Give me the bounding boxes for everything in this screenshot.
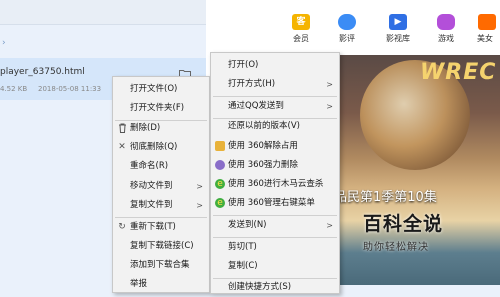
menu-360-unlock[interactable]: 使用 360解除占用 — [211, 137, 339, 156]
nav-game[interactable]: 游戏 — [426, 14, 466, 44]
menu-send-via-qq[interactable]: 通过QQ发送到 > — [211, 97, 339, 116]
menu-delete-permanently[interactable]: ✕ 彻底删除(Q) — [113, 138, 209, 157]
menu-item-label: 添加到下载合集 — [130, 260, 190, 270]
banner-logo: WREC — [420, 60, 497, 85]
review-icon — [338, 14, 356, 30]
banner-caption[interactable]: 品民第1季第10集 — [334, 186, 437, 205]
menu-360-virus-scan[interactable]: e 使用 360进行木马云查杀 — [211, 175, 339, 194]
nav-video-library-label: 影视库 — [386, 34, 410, 43]
menu-item-label: 使用 360强力删除 — [228, 160, 298, 170]
menu-360-shred[interactable]: 使用 360强力删除 — [211, 156, 339, 175]
nav-review[interactable]: 影评 — [327, 14, 367, 44]
virus-scan-icon: e — [215, 179, 225, 189]
menu-copy-link[interactable]: 复制下载链接(C) — [113, 237, 209, 256]
menu-delete[interactable]: 删除(D) — [113, 119, 209, 138]
menu-item-label: 创建快捷方式(S) — [228, 282, 292, 292]
video-library-icon: ▶ — [389, 14, 407, 30]
menu-item-label: 通过QQ发送到 — [228, 101, 284, 111]
menu-item-label: 移动文件到 — [130, 181, 173, 191]
menu-item-label: 彻底删除(Q) — [130, 142, 178, 152]
menu-item-label: 复制文件到 — [130, 200, 173, 210]
menu-item-label: 使用 360解除占用 — [228, 141, 298, 151]
shred-icon — [215, 160, 225, 170]
menu-item-label: 重命名(R) — [130, 161, 169, 171]
nav-review-label: 影评 — [339, 34, 355, 43]
menu-open-with[interactable]: 打开方式(H) > — [211, 75, 339, 94]
menu-cut[interactable]: 剪切(T) — [211, 238, 339, 257]
menu-redownload[interactable]: ↻ 重新下载(T) — [113, 218, 209, 237]
menu-create-shortcut[interactable]: 创建快捷方式(S) — [211, 278, 339, 297]
vip-icon: 客 — [292, 14, 310, 30]
menu-rename[interactable]: 重命名(R) — [113, 157, 209, 176]
menu-item-label: 剪切(T) — [228, 242, 257, 252]
download-file-name: player_63750.html — [0, 67, 85, 77]
nav-game-label: 游戏 — [438, 34, 454, 43]
download-file-date: 2018-05-08 11:33 — [38, 85, 102, 93]
close-icon: ✕ — [118, 142, 126, 152]
menu-copy-to[interactable]: 复制文件到 > — [113, 196, 209, 215]
menu-open-folder[interactable]: 打开文件夹(F) — [113, 99, 209, 118]
chevron-right-icon: > — [326, 80, 333, 89]
menu-item-label: 打开(O) — [228, 60, 259, 70]
nav-video-library[interactable]: ▶ 影视库 — [378, 14, 418, 44]
menu-add-to-collection[interactable]: 添加到下载合集 — [113, 256, 209, 275]
menu-move-to[interactable]: 移动文件到 > — [113, 177, 209, 196]
download-panel-toolbar — [0, 0, 206, 25]
watermark: 百科全说 助你轻松解决 — [363, 209, 453, 253]
menu-item-label: 打开方式(H) — [228, 79, 276, 89]
trash-icon — [117, 123, 127, 133]
chevron-right-icon: > — [196, 182, 203, 191]
nav-beauty[interactable]: 美女 — [475, 14, 500, 44]
game-icon — [437, 14, 455, 30]
chevron-right-icon: > — [196, 201, 203, 210]
nav-vip[interactable]: 客 会员 — [281, 14, 321, 44]
menu-send-to[interactable]: 发送到(N) > — [211, 216, 339, 235]
menu-item-label: 打开文件(O) — [130, 84, 178, 94]
watermark-subtitle: 助你轻松解决 — [363, 242, 429, 253]
menu-item-label: 删除(D) — [130, 123, 161, 133]
menu-item-label: 使用 360管理右键菜单 — [228, 198, 315, 208]
collapse-arrow-icon[interactable]: › — [2, 38, 6, 48]
menu-open-file[interactable]: 打开文件(O) — [113, 80, 209, 99]
chevron-right-icon: > — [326, 221, 333, 230]
watermark-title: 百科全说 — [363, 213, 444, 235]
nav-beauty-label: 美女 — [477, 34, 493, 43]
menu-open[interactable]: 打开(O) — [211, 56, 339, 75]
menu-manage-icon: e — [215, 198, 225, 208]
menu-item-label: 打开文件夹(F) — [130, 103, 185, 113]
nav-vip-label: 会员 — [293, 34, 309, 43]
system-context-menu: 打开(O) 打开方式(H) > 通过QQ发送到 > 还原以前的版本(V) 使用 … — [210, 52, 340, 294]
download-context-menu: 打开文件(O) 打开文件夹(F) 删除(D) ✕ 彻底删除(Q) 重命名(R) … — [112, 76, 210, 293]
download-file-size: 4.52 KB — [0, 85, 28, 93]
menu-item-label: 复制下载链接(C) — [130, 241, 194, 251]
unlock-icon — [215, 141, 225, 151]
menu-item-label: 重新下载(T) — [130, 222, 176, 232]
menu-item-label: 使用 360进行木马云查杀 — [228, 179, 324, 189]
menu-360-manage-menu[interactable]: e 使用 360管理右键菜单 — [211, 194, 339, 213]
beauty-icon — [478, 14, 496, 30]
redownload-icon: ↻ — [118, 222, 126, 232]
menu-copy[interactable]: 复制(C) — [211, 257, 339, 276]
menu-restore-versions[interactable]: 还原以前的版本(V) — [211, 117, 339, 136]
menu-item-label: 还原以前的版本(V) — [228, 121, 300, 131]
menu-item-label: 复制(C) — [228, 261, 258, 271]
chevron-right-icon: > — [326, 102, 333, 111]
menu-item-label: 发送到(N) — [228, 220, 267, 230]
